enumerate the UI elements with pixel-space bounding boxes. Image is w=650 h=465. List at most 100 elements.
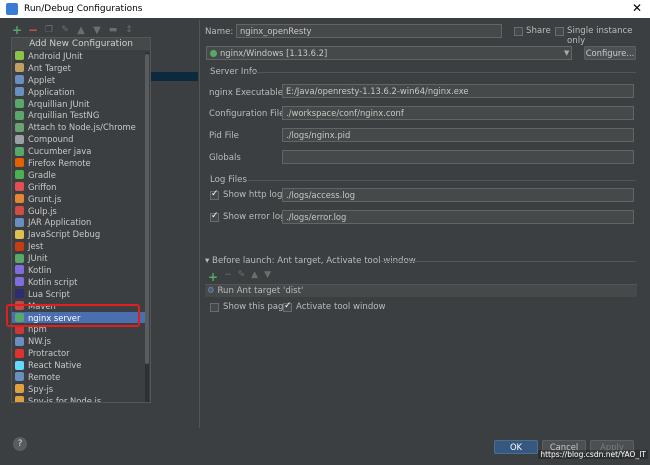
popup-item[interactable]: Jest	[12, 240, 146, 252]
single-instance-label: Single instance only	[567, 26, 633, 46]
config-type-icon	[15, 360, 24, 370]
popup-item[interactable]: Kotlin	[12, 264, 146, 276]
popup-item[interactable]: Spy-js	[12, 383, 146, 395]
close-icon[interactable]: ✕	[632, 1, 642, 15]
share-label: Share	[526, 26, 551, 36]
config-type-icon	[15, 384, 24, 394]
name-label: Name:	[205, 27, 234, 37]
popup-item[interactable]: JavaScript Debug	[12, 228, 146, 240]
popup-item-label: Gradle	[28, 169, 56, 180]
popup-item-label: JUnit	[28, 253, 48, 264]
popup-item[interactable]: Compound	[12, 133, 146, 145]
popup-item[interactable]: Griffon	[12, 181, 146, 193]
popup-item-label: Cucumber java	[28, 146, 92, 157]
move-up-icon[interactable]: ▲	[76, 25, 86, 36]
error-log-input[interactable]: ./logs/error.log	[282, 210, 634, 224]
scrollbar-thumb[interactable]	[145, 54, 149, 364]
popup-item[interactable]: Cucumber java	[12, 145, 146, 157]
config-type-icon	[15, 229, 24, 239]
error-log-label: Show error log	[223, 212, 286, 222]
popup-item[interactable]: Arquillian JUnit	[12, 98, 146, 110]
popup-item[interactable]: Attach to Node.js/Chrome	[12, 121, 146, 133]
config-file-input[interactable]: ./workspace/conf/nginx.conf	[282, 106, 634, 120]
title-bar: Run/Debug Configurations ✕	[0, 0, 650, 18]
popup-item[interactable]: JUnit	[12, 252, 146, 264]
configure-button[interactable]: Configure...	[584, 46, 636, 60]
ant-target-label: Run Ant target 'dist'	[217, 286, 304, 296]
popup-item[interactable]: Applet	[12, 74, 146, 86]
ok-button[interactable]: OK	[494, 440, 538, 454]
popup-item-label: Spy-js for Node.js	[28, 395, 102, 403]
ant-icon: ⚙	[207, 286, 215, 296]
http-log-checkbox[interactable]	[210, 189, 219, 200]
globals-input[interactable]	[282, 150, 634, 164]
add-task-icon[interactable]: +	[208, 270, 218, 284]
add-icon[interactable]: +	[12, 23, 22, 37]
folder-icon[interactable]: ▬	[108, 25, 118, 35]
config-toolbar: + − ❐ ✎ ▲ ▼ ▬ ↕	[12, 23, 134, 37]
config-type-icon	[15, 110, 24, 120]
interpreter-select[interactable]: nginx/Windows [1.13.6.2]	[206, 46, 572, 60]
popup-item-label: Griffon	[28, 181, 57, 192]
config-file-label: Configuration File	[209, 109, 285, 119]
activate-tool-window-label: Activate tool window	[296, 302, 386, 312]
config-type-icon	[15, 253, 24, 263]
popup-item[interactable]: Grunt.js	[12, 193, 146, 205]
popup-item[interactable]: Gulp.js	[12, 205, 146, 217]
ant-target-item[interactable]: ⚙ Run Ant target 'dist'	[207, 286, 303, 296]
move-down-task-icon[interactable]: ▼	[264, 270, 271, 284]
app-icon	[6, 3, 18, 15]
move-up-task-icon[interactable]: ▲	[251, 270, 258, 284]
config-type-icon	[15, 51, 24, 61]
http-log-input[interactable]: ./logs/access.log	[282, 188, 634, 202]
popup-item[interactable]: React Native	[12, 359, 146, 371]
popup-item-label: Arquillian TestNG	[28, 110, 100, 121]
popup-item[interactable]: Firefox Remote	[12, 157, 146, 169]
remove-task-icon[interactable]: −	[224, 270, 232, 284]
settings-icon[interactable]: ✎	[60, 25, 70, 35]
popup-header: Add New Configuration	[12, 38, 150, 50]
popup-item[interactable]: Remote	[12, 371, 146, 383]
name-input[interactable]: nginx_openResty	[236, 24, 502, 38]
popup-item[interactable]: Kotlin script	[12, 276, 146, 288]
nginx-exec-input[interactable]: E:/Java/openresty-1.13.6.2-win64/nginx.e…	[282, 84, 634, 98]
popup-item[interactable]: Application	[12, 86, 146, 98]
single-instance-checkbox[interactable]	[555, 27, 564, 36]
popup-item-label: Ant Target	[28, 62, 71, 73]
edit-task-icon[interactable]: ✎	[238, 270, 246, 284]
popup-item-label: Android JUnit	[28, 50, 83, 61]
pid-file-input[interactable]: ./logs/nginx.pid	[282, 128, 634, 142]
popup-item-label: Applet	[28, 74, 56, 85]
nginx-exec-label: nginx Executable	[209, 88, 284, 98]
popup-item[interactable]: Lua Script	[12, 288, 146, 300]
popup-item[interactable]: Android JUnit	[12, 50, 146, 62]
popup-item-label: Compound	[28, 134, 74, 145]
remove-icon[interactable]: −	[28, 23, 38, 37]
popup-item[interactable]: Arquillian TestNG	[12, 109, 146, 121]
popup-item[interactable]: Ant Target	[12, 62, 146, 74]
config-type-icon	[15, 134, 24, 144]
move-down-icon[interactable]: ▼	[92, 25, 102, 36]
popup-item[interactable]: Gradle	[12, 169, 146, 181]
tree-selected-row[interactable]	[150, 72, 198, 81]
log-files-divider	[248, 180, 636, 181]
log-files-label: Log Files	[210, 175, 247, 185]
popup-scrollbar[interactable]	[145, 52, 149, 402]
config-type-icon	[15, 122, 24, 132]
chevron-down-icon[interactable]: ▼	[564, 49, 569, 57]
show-this-page-checkbox[interactable]	[210, 303, 219, 312]
error-log-checkbox[interactable]	[210, 211, 219, 222]
sort-icon[interactable]: ↕	[124, 25, 134, 35]
popup-item-label: JAR Application	[28, 217, 92, 228]
config-type-icon	[15, 277, 24, 287]
popup-item[interactable]: Protractor	[12, 347, 146, 359]
share-checkbox[interactable]	[514, 27, 523, 36]
config-type-icon	[15, 336, 24, 346]
copy-icon[interactable]: ❐	[44, 25, 54, 35]
popup-item[interactable]: Spy-js for Node.js	[12, 395, 146, 403]
popup-item[interactable]: JAR Application	[12, 216, 146, 228]
config-type-icon	[15, 372, 24, 382]
help-button[interactable]: ?	[13, 437, 27, 451]
popup-item[interactable]: NW.js	[12, 335, 146, 347]
activate-tool-window-checkbox[interactable]	[283, 301, 292, 312]
